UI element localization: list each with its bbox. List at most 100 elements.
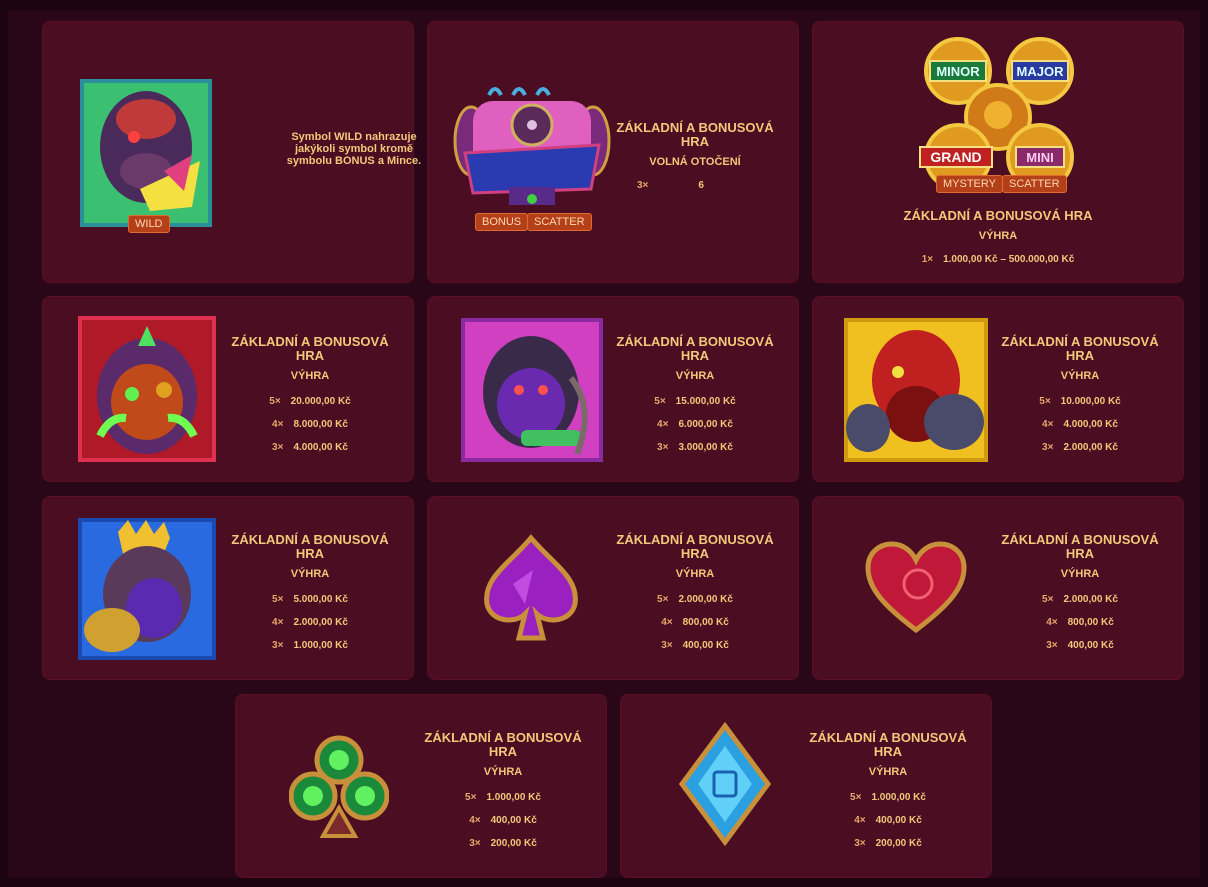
payout-value: 2.000,00 Kč [1063, 442, 1118, 453]
heart-icon [865, 541, 967, 634]
payout-value: 8.000,00 Kč [293, 419, 348, 430]
bonus-card: BONUS SCATTER ZÁKLADNÍ A BONUSOVÁ HRA VO… [427, 21, 799, 283]
symbol-subtitle: VÝHRA [290, 370, 330, 382]
symbol-title: ZÁKLADNÍ A BONUSOVÁ HRA [809, 730, 967, 759]
payout-mult: 3× [469, 838, 481, 849]
symbol-subtitle: VÝHRA [675, 370, 715, 382]
spade-icon [484, 534, 578, 641]
symbol-info-5: ZÁKLADNÍ A BONUSOVÁ HRA VÝHRA 5× 2.000,00… [609, 533, 781, 657]
symbol-info-8: ZÁKLADNÍ A BONUSOVÁ HRA VÝHRA 5× 1.000,00… [802, 731, 974, 855]
payout-mult: 4× [854, 815, 866, 826]
symbol-subtitle: VÝHRA [483, 766, 523, 778]
club-icon [289, 735, 389, 838]
mystery-card: MINOR MAJOR GRAND MINI MYSTERY SCATTER Z… [812, 21, 1184, 283]
symbol-info-7: ZÁKLADNÍ A BONUSOVÁ HRA VÝHRA 5× 1.000,00… [417, 731, 589, 855]
payout-mult: 3× [272, 640, 284, 651]
payout-mult: 4× [469, 815, 481, 826]
payout-value: 15.000,00 Kč [675, 396, 736, 407]
symbol-subtitle: VÝHRA [868, 766, 908, 778]
payout-value: 4.000,00 Kč [1063, 419, 1118, 430]
payout-mult: 5× [269, 396, 281, 407]
payout-mult: 4× [272, 617, 284, 628]
symbol-title: ZÁKLADNÍ A BONUSOVÁ HRA [231, 532, 389, 561]
payout-mult: 5× [272, 594, 284, 605]
payout-value: 800,00 Kč [1067, 617, 1114, 628]
symbol-card-heart: ZÁKLADNÍ A BONUSOVÁ HRA VÝHRA 5× 2.000,00… [812, 496, 1184, 680]
payout-mult: 3× [1042, 442, 1054, 453]
mystery-tag: MYSTERY [936, 175, 1003, 193]
grand-coin-label: GRAND [930, 149, 981, 165]
symbol-card-club: ZÁKLADNÍ A BONUSOVÁ HRA VÝHRA 5× 1.000,00… [235, 694, 607, 878]
bonus-info: ZÁKLADNÍ A BONUSOVÁ HRA VOLNÁ OTOČENÍ 3×… [609, 121, 781, 197]
payout-mult: 3× [854, 838, 866, 849]
payout-value: 400,00 Kč [490, 815, 537, 826]
payout-mult: 3× [1046, 640, 1058, 651]
payout-mult: 3× [661, 640, 673, 651]
symbol-info-4: ZÁKLADNÍ A BONUSOVÁ HRA VÝHRA 5× 5.000,00… [224, 533, 396, 657]
payout-value: 1.000,00 Kč [293, 640, 348, 651]
symbol-title: ZÁKLADNÍ A BONUSOVÁ HRA [1001, 532, 1159, 561]
diamond-icon [678, 722, 772, 846]
payout-value: 200,00 Kč [875, 838, 922, 849]
payout-value: 400,00 Kč [875, 815, 922, 826]
major-coin-label: MAJOR [1017, 64, 1065, 79]
payout-mult: 5× [657, 594, 669, 605]
mini-coin-label: MINI [1026, 150, 1053, 165]
symbol-card-orange-gorilla: ZÁKLADNÍ A BONUSOVÁ HRA VÝHRA 5× 20.000,0… [42, 296, 414, 482]
bonus-mult: 3× [637, 180, 649, 191]
payout-mult: 4× [1046, 617, 1058, 628]
payout-value: 2.000,00 Kč [293, 617, 348, 628]
scatter-tag: SCATTER [527, 213, 592, 231]
symbol-subtitle: VÝHRA [1060, 370, 1100, 382]
mystery-scatter-tag: SCATTER [1002, 175, 1067, 193]
payout-mult: 5× [465, 792, 477, 803]
symbol-card-purple-gorilla: ZÁKLADNÍ A BONUSOVÁ HRA VÝHRA 5× 15.000,0… [427, 296, 799, 482]
bonus-subtitle: VOLNÁ OTOČENÍ [649, 156, 741, 168]
wild-tag: WILD [128, 215, 170, 233]
symbol-info-2: ZÁKLADNÍ A BONUSOVÁ HRA VÝHRA 5× 15.000,0… [609, 335, 781, 459]
bonus-value: 6 [698, 180, 704, 191]
symbol-subtitle: VÝHRA [1060, 568, 1100, 580]
payout-mult: 4× [272, 419, 284, 430]
payout-value: 2.000,00 Kč [1063, 594, 1118, 605]
purple-gorilla-icon [461, 318, 603, 462]
symbol-subtitle: VÝHRA [290, 568, 330, 580]
payout-value: 5.000,00 Kč [293, 594, 348, 605]
payout-mult: 5× [850, 792, 862, 803]
jackpot-coins-icon: MINOR MAJOR GRAND MINI [919, 37, 1074, 191]
payout-mult: 5× [654, 396, 666, 407]
symbol-subtitle: VÝHRA [675, 568, 715, 580]
mystery-title: ZÁKLADNÍ A BONUSOVÁ HRA [903, 208, 1093, 223]
symbol-card-red-gorilla: ZÁKLADNÍ A BONUSOVÁ HRA VÝHRA 5× 10.000,0… [812, 296, 1184, 482]
payout-mult: 5× [1039, 396, 1051, 407]
bonus-barrel-icon [453, 87, 611, 205]
symbol-card-spade: ZÁKLADNÍ A BONUSOVÁ HRA VÝHRA 5× 2.000,00… [427, 496, 799, 680]
bonus-tag: BONUS [475, 213, 529, 231]
payout-mult: 4× [661, 617, 673, 628]
symbol-title: ZÁKLADNÍ A BONUSOVÁ HRA [1001, 334, 1159, 363]
symbol-title: ZÁKLADNÍ A BONUSOVÁ HRA [231, 334, 389, 363]
payout-mult: 3× [272, 442, 284, 453]
orange-gorilla-icon [78, 316, 216, 462]
symbol-card-diamond: ZÁKLADNÍ A BONUSOVÁ HRA VÝHRA 5× 1.000,00… [620, 694, 992, 878]
symbol-card-blue-gorilla: ZÁKLADNÍ A BONUSOVÁ HRA VÝHRA 5× 5.000,00… [42, 496, 414, 680]
wild-description: Symbol WILD nahrazuje jakýkoli symbol kr… [286, 131, 422, 167]
payout-value: 800,00 Kč [682, 617, 729, 628]
payout-value: 1.000,00 Kč [871, 792, 926, 803]
mystery-subtitle: VÝHRA [978, 230, 1018, 242]
bonus-title: ZÁKLADNÍ A BONUSOVÁ HRA [616, 120, 774, 149]
payout-value: 2.000,00 Kč [678, 594, 733, 605]
symbol-title: ZÁKLADNÍ A BONUSOVÁ HRA [424, 730, 582, 759]
symbol-title: ZÁKLADNÍ A BONUSOVÁ HRA [616, 532, 774, 561]
payout-value: 3.000,00 Kč [678, 442, 733, 453]
payout-mult: 3× [657, 442, 669, 453]
wild-gorilla-icon [80, 79, 212, 227]
payout-mult: 4× [657, 419, 669, 430]
payout-value: 200,00 Kč [490, 838, 537, 849]
mystery-mult: 1× [921, 254, 934, 265]
payout-value: 6.000,00 Kč [678, 419, 733, 430]
symbol-info-6: ZÁKLADNÍ A BONUSOVÁ HRA VÝHRA 5× 2.000,00… [994, 533, 1166, 657]
symbol-info-1: ZÁKLADNÍ A BONUSOVÁ HRA VÝHRA 5× 20.000,0… [224, 335, 396, 459]
minor-coin-label: MINOR [936, 64, 980, 79]
payout-mult: 5× [1042, 594, 1054, 605]
